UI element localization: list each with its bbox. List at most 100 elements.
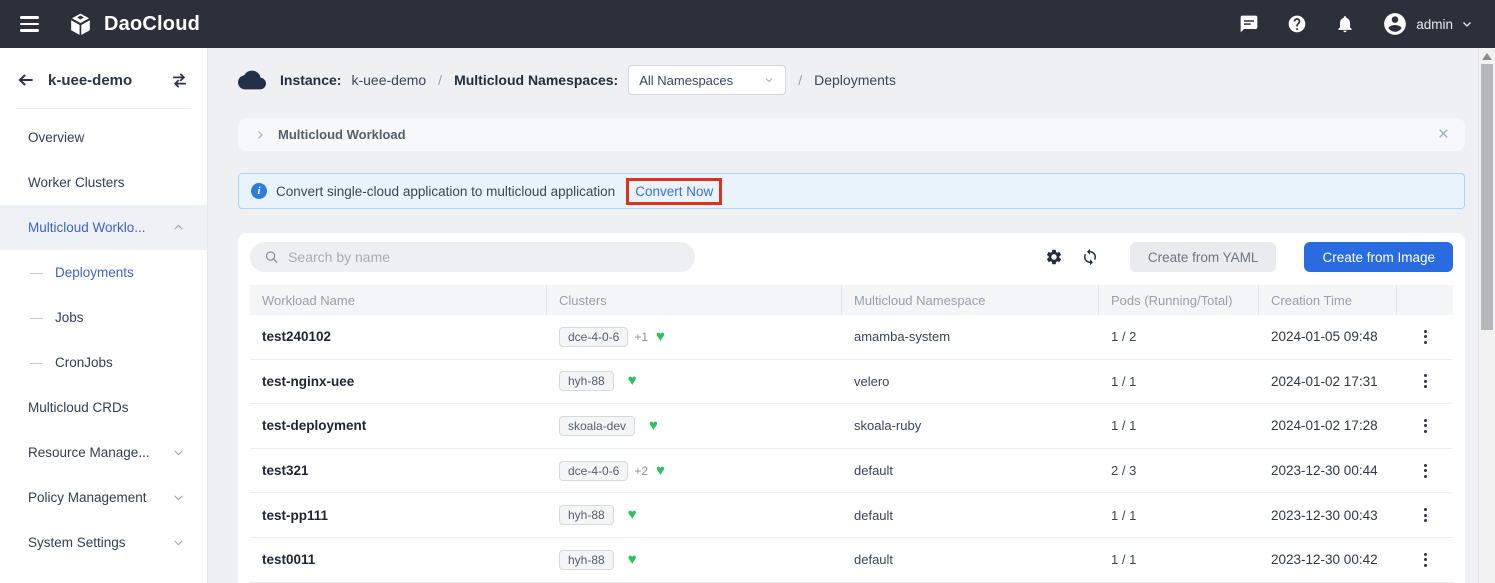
creation-time-cell: 2024-01-02 17:31	[1259, 374, 1397, 389]
cluster-chip[interactable]: hyh-88	[559, 550, 614, 570]
cluster-chip[interactable]: hyh-88	[559, 505, 614, 525]
table-row: test-pp111 hyh-88♥ default 1 / 1 2023-12…	[250, 493, 1453, 538]
workload-name-link[interactable]: test-pp111	[250, 508, 547, 523]
back-arrow-icon[interactable]	[16, 70, 36, 90]
chevron-down-icon	[763, 74, 775, 86]
health-heart-icon: ♥	[628, 372, 637, 389]
sidebar-item-cronjobs[interactable]: — CronJobs	[0, 340, 207, 385]
sidebar-item-multicloud-crds[interactable]: Multicloud CRDs	[0, 385, 207, 430]
cluster-chip[interactable]: dce-4-0-6	[559, 327, 628, 347]
search-icon	[264, 249, 279, 265]
workload-name-link[interactable]: test321	[250, 463, 547, 478]
create-from-image-button[interactable]: Create from Image	[1304, 242, 1453, 272]
row-actions-kebab-icon[interactable]	[1420, 415, 1431, 437]
namespace-cell: default	[842, 552, 1099, 567]
instance-label: Instance:	[280, 72, 341, 88]
breadcrumb: Instance: k-uee-demo / Multicloud Namesp…	[238, 48, 1465, 104]
workload-table: Workload Name Clusters Multicloud Namesp…	[250, 285, 1453, 583]
sidebar-item-policy-management[interactable]: Policy Management	[0, 475, 207, 520]
sidebar-item-overview[interactable]: Overview	[0, 115, 207, 160]
sidebar-item-system-settings[interactable]: System Settings	[0, 520, 207, 565]
user-menu[interactable]: admin	[1382, 11, 1473, 37]
vertical-scrollbar[interactable]	[1478, 48, 1495, 583]
convert-now-highlight: Convert Now	[626, 178, 722, 205]
workload-name-link[interactable]: test0011	[250, 552, 547, 567]
brand: DaoCloud	[67, 11, 200, 38]
table-header-row: Workload Name Clusters Multicloud Namesp…	[250, 285, 1453, 315]
sidebar-item-multicloud-workloads[interactable]: Multicloud Worklo...	[0, 205, 207, 250]
help-icon[interactable]	[1286, 13, 1308, 35]
creation-time-cell: 2023-12-30 00:42	[1259, 552, 1397, 567]
health-heart-icon: ♥	[628, 506, 637, 523]
search-input[interactable]	[288, 249, 681, 265]
cluster-chip[interactable]: dce-4-0-6	[559, 461, 628, 481]
col-header-workload-name: Workload Name	[250, 285, 547, 315]
cluster-chip[interactable]: skoala-dev	[559, 416, 635, 436]
switch-instance-icon[interactable]	[170, 71, 189, 90]
col-header-pods: Pods (Running/Total)	[1099, 285, 1259, 315]
row-actions-kebab-icon[interactable]	[1420, 549, 1431, 571]
cluster-chip[interactable]: hyh-88	[559, 371, 614, 391]
close-icon[interactable]: ×	[1438, 125, 1449, 144]
namespaces-label: Multicloud Namespaces:	[454, 72, 618, 88]
chevron-down-icon	[172, 536, 185, 549]
namespace-cell: skoala-ruby	[842, 418, 1099, 433]
multicloud-workload-collapse-bar[interactable]: Multicloud Workload ×	[238, 118, 1465, 151]
table-settings-gear-icon[interactable]	[1044, 247, 1064, 267]
sidebar-item-resource-management[interactable]: Resource Manage...	[0, 430, 207, 475]
table-row: test0011 hyh-88♥ default 1 / 1 2023-12-3…	[250, 538, 1453, 583]
banner-text: Convert single-cloud application to mult…	[276, 184, 615, 199]
chevron-down-icon	[172, 446, 185, 459]
pods-cell: 1 / 1	[1099, 374, 1259, 389]
col-header-actions	[1397, 285, 1453, 315]
cluster-extra-count: +2	[634, 464, 648, 478]
pods-cell: 1 / 1	[1099, 508, 1259, 523]
col-header-creation-time: Creation Time	[1259, 285, 1397, 315]
notifications-bell-icon[interactable]	[1334, 13, 1356, 35]
workload-name-link[interactable]: test-nginx-uee	[250, 374, 547, 389]
row-actions-kebab-icon[interactable]	[1420, 370, 1431, 392]
pods-cell: 1 / 2	[1099, 329, 1259, 344]
workload-name-link[interactable]: test-deployment	[250, 418, 547, 433]
namespace-cell: velero	[842, 374, 1099, 389]
sidebar-divider	[16, 108, 191, 109]
workload-table-card: Create from YAML Create from Image Workl…	[238, 233, 1465, 583]
table-row: test321 dce-4-0-6+2♥ default 2 / 3 2023-…	[250, 449, 1453, 494]
namespace-cell: amamba-system	[842, 329, 1099, 344]
health-heart-icon: ♥	[649, 417, 658, 434]
creation-time-cell: 2023-12-30 00:43	[1259, 508, 1397, 523]
creation-time-cell: 2024-01-05 09:48	[1259, 329, 1397, 344]
refresh-icon[interactable]	[1080, 247, 1100, 267]
col-header-namespace: Multicloud Namespace	[842, 285, 1099, 315]
brand-name: DaoCloud	[104, 13, 200, 36]
row-actions-kebab-icon[interactable]	[1420, 504, 1431, 526]
chat-icon[interactable]	[1238, 13, 1260, 35]
row-actions-kebab-icon[interactable]	[1420, 460, 1431, 482]
row-actions-kebab-icon[interactable]	[1420, 326, 1431, 348]
namespace-cell: default	[842, 463, 1099, 478]
table-row: test-nginx-uee hyh-88 ♥ velero 1 / 1 2024…	[250, 360, 1453, 405]
convert-info-banner: i Convert single-cloud application to mu…	[238, 173, 1465, 209]
chevron-down-icon	[1461, 18, 1473, 30]
table-toolbar: Create from YAML Create from Image	[250, 242, 1453, 272]
creation-time-cell: 2023-12-30 00:44	[1259, 463, 1397, 478]
sidebar-item-worker-clusters[interactable]: Worker Clusters	[0, 160, 207, 205]
instance-value[interactable]: k-uee-demo	[351, 72, 426, 88]
cluster-extra-count: +1	[634, 330, 648, 344]
hamburger-menu-icon[interactable]	[18, 12, 41, 36]
sidebar-item-jobs[interactable]: — Jobs	[0, 295, 207, 340]
scrollbar-thumb[interactable]	[1481, 64, 1493, 330]
workload-name-link[interactable]: test240102	[250, 329, 547, 344]
create-from-yaml-button[interactable]: Create from YAML	[1130, 242, 1277, 272]
convert-now-link[interactable]: Convert Now	[635, 184, 713, 199]
search-box[interactable]	[250, 242, 695, 272]
namespace-select-value: All Namespaces	[639, 73, 733, 88]
sidebar: k-uee-demo Overview Worker Clusters Mult…	[0, 48, 208, 583]
collapse-bar-label: Multicloud Workload	[278, 127, 406, 142]
scrollbar-up-arrow[interactable]	[1482, 53, 1492, 60]
main-content: Instance: k-uee-demo / Multicloud Namesp…	[208, 48, 1495, 583]
sidebar-item-deployments[interactable]: — Deployments	[0, 250, 207, 295]
chevron-up-icon	[172, 221, 185, 234]
table-row: test240102 dce-4-0-6+1♥ amamba-system 1 …	[250, 315, 1453, 360]
namespace-select[interactable]: All Namespaces	[628, 65, 786, 95]
